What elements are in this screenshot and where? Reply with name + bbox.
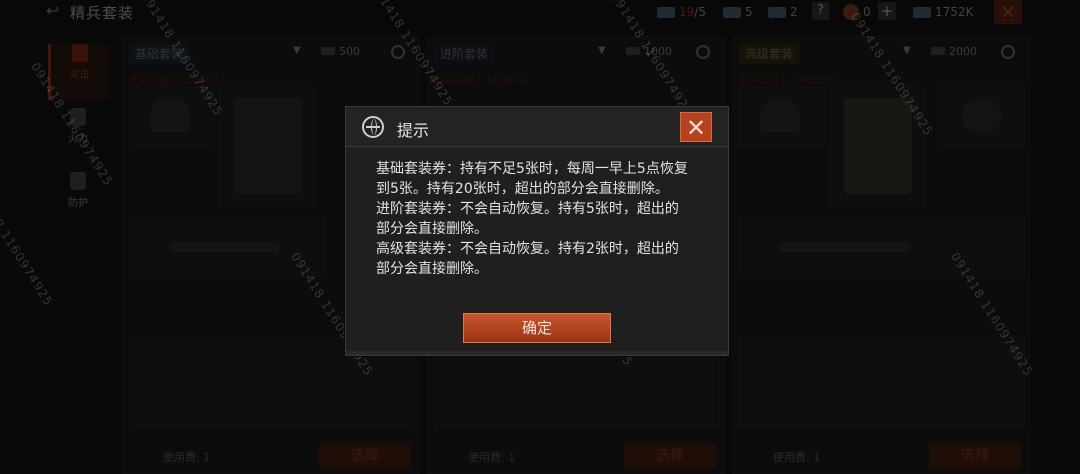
- confirm-button[interactable]: 确定: [463, 313, 611, 343]
- message-line: 基础套装券：持有不足5张时，每周一早上5点恢复: [376, 161, 688, 177]
- message-line: 到5张。持有20张时，超出的部分会直接删除。: [376, 181, 669, 197]
- message-line: 高级套装券：不会自动恢复。持有2张时，超出的: [376, 241, 679, 257]
- dialog-header: 提示 ✕: [346, 107, 728, 147]
- dialog-footer-bar: [346, 351, 728, 355]
- dialog-title: 提示: [397, 121, 430, 140]
- close-icon[interactable]: ✕: [680, 112, 712, 142]
- message-line: 部分会直接删除。: [376, 261, 488, 277]
- dialog-message: 基础套装券：持有不足5张时，每周一早上5点恢复 到5张。持有20张时，超出的部分…: [362, 159, 714, 281]
- notice-dialog: 提示 ✕ 基础套装券：持有不足5张时，每周一早上5点恢复 到5张。持有20张时，…: [345, 106, 729, 356]
- message-line: 部分会直接删除。: [376, 221, 488, 237]
- game-screen: ↩ 精兵套装 19 /5 5 2 ? 0 + 1752K ✕ 突击 火力 防护 …: [0, 0, 1080, 474]
- message-line: 进阶套装券：不会自动恢复。持有5张时，超出的: [376, 201, 679, 217]
- globe-icon: [362, 116, 384, 138]
